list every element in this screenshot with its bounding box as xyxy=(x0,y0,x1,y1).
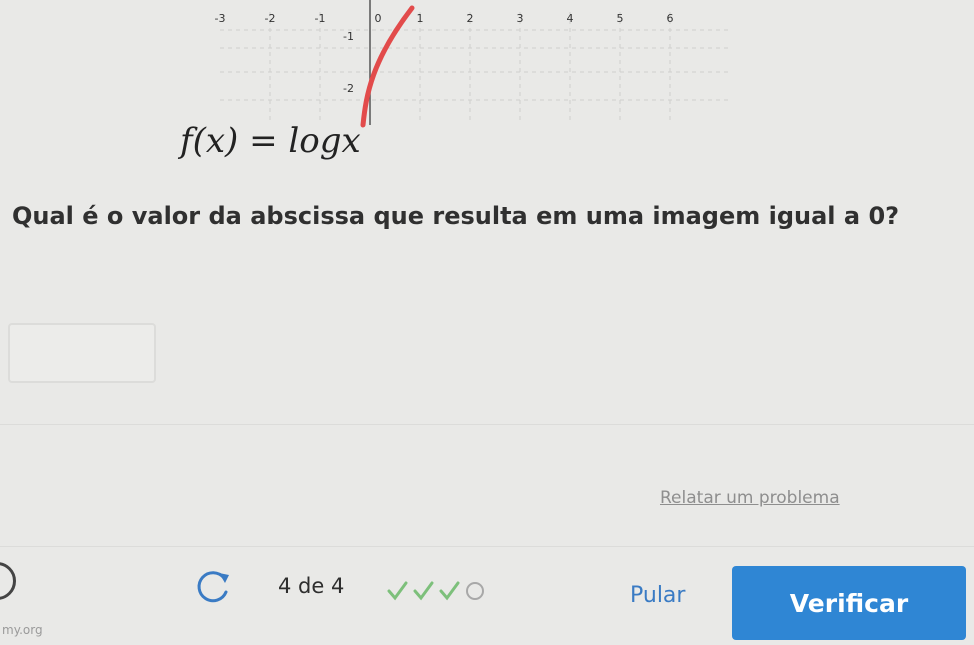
check-icon xyxy=(439,581,460,601)
function-formula: f(x) = logx xyxy=(177,121,361,161)
empty-circle-icon xyxy=(466,582,484,600)
section-divider xyxy=(0,424,974,425)
footer-divider xyxy=(0,546,974,547)
report-problem-link[interactable]: Relatar um problema xyxy=(660,488,840,508)
check-icon xyxy=(387,581,408,601)
check-icon xyxy=(413,581,434,601)
progress-counter: 4 de 4 xyxy=(278,574,345,598)
x-tick-label: 6 xyxy=(667,12,674,25)
x-tick-label: -3 xyxy=(215,12,226,25)
y-tick-labels: -1 -2 xyxy=(343,30,354,95)
grid-lines xyxy=(220,12,730,120)
x-tick-label: 5 xyxy=(617,12,624,25)
x-tick-label: 3 xyxy=(517,12,524,25)
site-url: my.org xyxy=(2,623,43,637)
x-tick-label: -2 xyxy=(265,12,276,25)
x-tick-label: -1 xyxy=(315,12,326,25)
x-tick-label: 2 xyxy=(467,12,474,25)
x-tick-label: 0 xyxy=(375,12,382,25)
x-tick-labels: -3 -2 -1 0 1 2 3 4 5 6 xyxy=(215,12,674,25)
log-function-graph: -3 -2 -1 0 1 2 3 4 5 6 -1 -2 f(x) = logx xyxy=(177,0,730,161)
x-tick-label: 4 xyxy=(567,12,574,25)
verify-button[interactable]: Verificar xyxy=(732,566,966,640)
refresh-icon[interactable] xyxy=(190,565,234,609)
progress-marks xyxy=(387,581,484,601)
answer-input[interactable] xyxy=(8,323,156,383)
y-tick-label: -1 xyxy=(343,30,354,43)
skip-button[interactable]: Pular xyxy=(630,583,685,608)
avatar-circle[interactable] xyxy=(0,562,16,600)
x-tick-label: 1 xyxy=(417,12,424,25)
y-tick-label: -2 xyxy=(343,82,354,95)
question-text: Qual é o valor da abscissa que resulta e… xyxy=(12,202,900,230)
